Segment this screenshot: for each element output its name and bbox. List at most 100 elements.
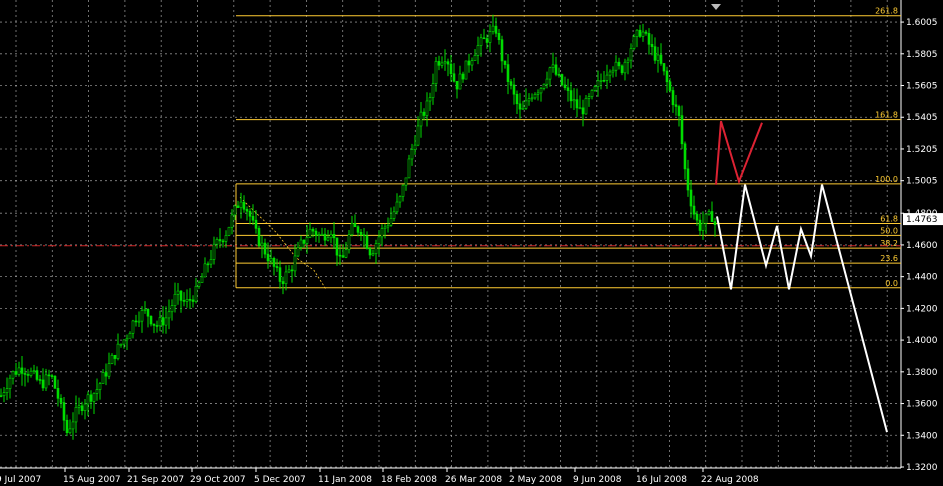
candle-body	[395, 201, 399, 213]
candle-body	[440, 62, 444, 66]
candle-body	[518, 103, 522, 110]
candle-body	[191, 299, 195, 302]
candle-body	[380, 228, 384, 238]
price-axis: 1.60051.58051.56051.54051.52051.50051.48…	[901, 18, 938, 473]
candle-body	[692, 205, 696, 215]
y-tick-label: 1.5205	[906, 145, 938, 155]
candle-body	[74, 406, 78, 423]
y-tick-label: 1.4400	[906, 273, 938, 283]
fib-level-label: 61.8	[880, 215, 898, 224]
x-tick-label: 2 May 2008	[509, 475, 562, 485]
candle-body	[437, 61, 441, 66]
candle-body	[536, 92, 540, 95]
candle-body	[401, 184, 405, 197]
candle-body	[653, 46, 657, 61]
candle-body	[503, 60, 507, 65]
candle-body	[362, 234, 366, 237]
candle-body	[179, 290, 183, 301]
candle-body	[674, 104, 678, 107]
candle-body	[359, 232, 363, 235]
candle-body	[32, 370, 36, 372]
candle-body	[578, 107, 582, 110]
candle-body	[371, 253, 375, 256]
candle-body	[170, 305, 174, 313]
candle-body	[686, 168, 690, 191]
candle-body	[494, 25, 498, 34]
candle-body	[245, 208, 249, 212]
fib-level-label: 38.2	[880, 239, 898, 248]
candle-body	[71, 421, 75, 430]
price-chart: 261.8 161.8 100.0 61.8 50.0 38.2 23.6 0.0 1.600…	[0, 0, 943, 485]
candle-series	[0, 14, 717, 440]
candle-body	[428, 97, 432, 102]
x-tick-label: 18 Feb 2008	[381, 475, 437, 485]
candle-body	[227, 226, 231, 236]
candle-body	[551, 64, 555, 68]
candle-body	[539, 88, 543, 94]
candle-body	[581, 107, 585, 115]
candle-body	[212, 243, 216, 260]
candle-body	[122, 339, 126, 345]
candle-body	[98, 383, 102, 390]
candle-body	[641, 31, 645, 37]
y-tick-label: 1.3400	[906, 431, 938, 441]
y-tick-label: 1.4000	[906, 336, 938, 346]
candle-body	[323, 233, 327, 241]
candle-body	[209, 259, 213, 265]
candle-body	[65, 419, 69, 434]
candle-body	[26, 374, 30, 376]
candle-body	[287, 269, 291, 273]
candle-body	[86, 394, 90, 405]
x-tick-label: 15 Aug 2007	[63, 475, 121, 485]
y-tick-label: 1.5605	[906, 82, 938, 92]
candle-body	[110, 354, 114, 364]
candle-body	[119, 343, 123, 346]
y-tick-label: 1.3800	[906, 368, 938, 378]
candle-body	[176, 290, 180, 295]
candle-body	[275, 266, 279, 268]
candle-body	[419, 111, 423, 127]
candle-body	[149, 315, 153, 325]
candle-body	[662, 63, 666, 72]
candle-body	[455, 80, 459, 90]
candle-body	[596, 80, 600, 87]
candle-body	[710, 211, 714, 222]
top-marker-icon	[711, 4, 721, 10]
fib-level-label: 0.0	[885, 279, 898, 288]
fib-level-label: 100.0	[875, 175, 898, 184]
candle-body	[161, 317, 165, 326]
candle-body	[0, 395, 3, 397]
candle-body	[650, 44, 654, 47]
candle-body	[611, 69, 615, 73]
candle-body	[38, 379, 42, 381]
candle-body	[482, 37, 486, 40]
candle-body	[317, 234, 321, 236]
candle-body	[545, 78, 549, 85]
candle-body	[356, 226, 360, 233]
candle-body	[290, 269, 294, 272]
candle-body	[554, 64, 558, 75]
candle-body	[116, 343, 120, 359]
candle-body	[671, 90, 675, 106]
candle-body	[101, 372, 105, 384]
candle-body	[248, 210, 252, 217]
candle-body	[413, 144, 417, 150]
candle-body	[656, 54, 660, 61]
candle-body	[557, 74, 561, 76]
candle-body	[320, 233, 324, 236]
candle-body	[563, 84, 567, 89]
candle-body	[617, 61, 621, 67]
candle-body	[197, 282, 201, 287]
candle-body	[14, 371, 18, 375]
candle-body	[452, 73, 456, 82]
candle-body	[590, 90, 594, 97]
candle-body	[404, 177, 408, 186]
candle-body	[512, 84, 516, 95]
candle-body	[47, 374, 51, 377]
candle-body	[506, 64, 510, 82]
candle-body	[392, 211, 396, 219]
candle-body	[533, 94, 537, 99]
candle-body	[659, 54, 663, 64]
candle-body	[29, 370, 33, 376]
candle-body	[305, 237, 309, 244]
